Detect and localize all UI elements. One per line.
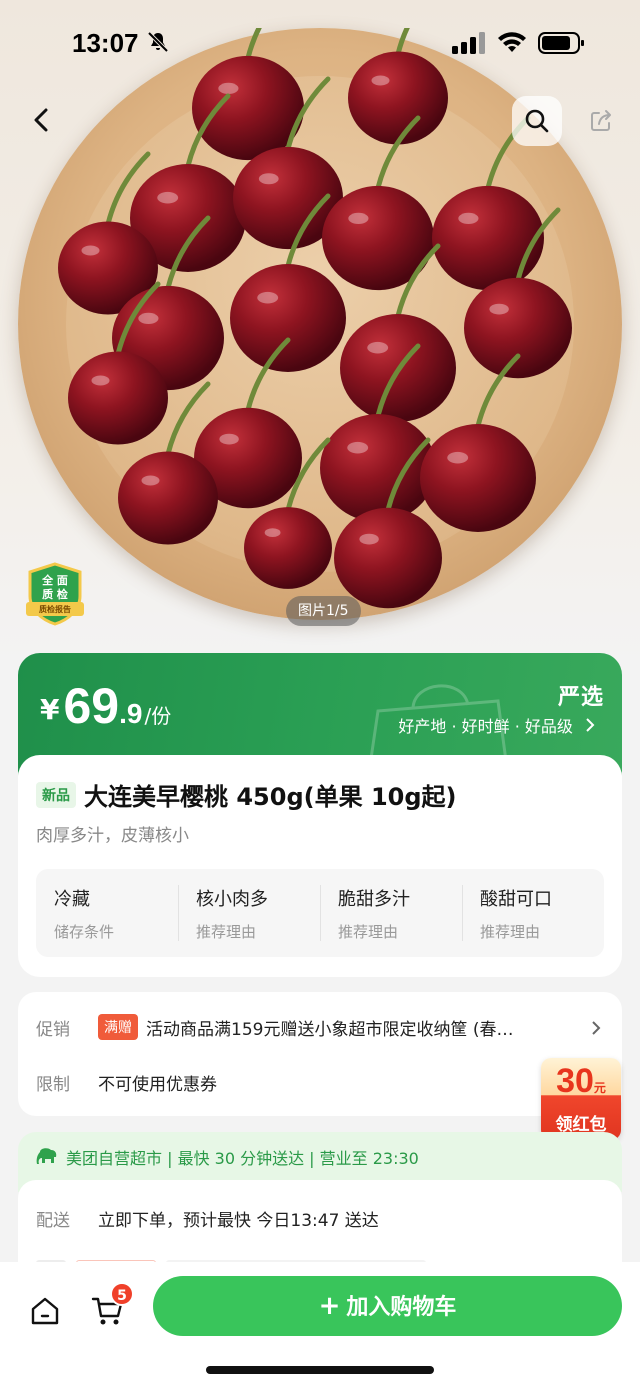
promotion-label: 促销 [36,1019,70,1040]
feature-list: 冷藏 储存条件 核小肉多 推荐理由 脆甜多汁 推荐理由 酸甜可口 推荐理由 [36,869,604,957]
add-to-cart-button[interactable]: + 加入购物车 [153,1276,622,1336]
elephant-icon [36,1148,57,1164]
share-icon [591,110,611,131]
home-button[interactable] [28,1294,62,1328]
wifi-icon [498,32,526,52]
back-icon [34,108,48,132]
feature-title: 酸甜可口 [480,889,552,910]
price-decimal: .9 [119,698,143,729]
feature-sub: 储存条件 [54,923,115,941]
red-packet-amount: 30元 [541,1062,621,1101]
plus-icon: + [318,1291,341,1321]
store-info-text: 美团自营超市 | 最快 30 分钟送达 | 营业至 23:30 [66,1149,419,1168]
delivery-label: 配送 [36,1211,70,1231]
cellular-signal-icon [452,32,485,54]
limit-label: 限制 [36,1075,70,1095]
product-subtitle: 肉厚多汁，皮薄核小 [36,826,189,846]
image-counter: 图片1/5 [286,596,361,626]
feature-item: 脆甜多汁 推荐理由 [320,869,462,957]
price-integer: 69 [63,678,120,734]
feature-title: 脆甜多汁 [338,889,410,910]
feature-sub: 推荐理由 [480,923,541,941]
feature-sub: 推荐理由 [196,923,257,941]
bottom-action-bar: 5 + 加入购物车 [0,1262,640,1387]
chevron-right-icon [586,718,595,732]
delivery-row: 配送 立即下单，预计最快 今日13:47 送达 [36,1206,379,1231]
red-packet-unit: 元 [593,1081,606,1095]
gift-tag: 满赠 [98,1014,138,1040]
brand-tags: 好产地 · 好时鲜 · 好品级 [398,717,573,736]
title-row: 新品 大连美早樱桃 450g(单果 10g起) [36,777,457,812]
search-button[interactable] [512,96,562,146]
brand-tags-link[interactable]: 好产地 · 好时鲜 · 好品级 [398,713,596,737]
limit-text: 不可使用优惠券 [98,1075,217,1095]
red-packet-value: 30 [556,1062,594,1100]
share-button[interactable] [586,106,616,136]
currency-symbol: ¥ [40,693,60,726]
status-time: 13:07 [72,28,139,58]
cart-count-badge: 5 [110,1282,134,1306]
feature-item: 冷藏 储存条件 [36,869,178,957]
product-title: 大连美早樱桃 450g(单果 10g起) [84,783,457,811]
product-info-card: 新品 大连美早樱桃 450g(单果 10g起) 肉厚多汁，皮薄核小 冷藏 储存条… [18,755,622,977]
feature-title: 核小肉多 [196,889,268,910]
badge-text-2: 质 检 [42,588,68,601]
feature-title: 冷藏 [54,889,90,910]
price: ¥69.9/份 [40,677,171,735]
new-tag: 新品 [36,781,76,808]
red-packet-button[interactable]: 30元 领红包 [541,1058,621,1140]
back-button[interactable] [22,100,62,140]
promotion-card[interactable]: 促销 满赠 活动商品满159元赠送小象超市限定收纳筐 (春… 限制 不可使用优惠… [18,992,622,1116]
yanxuan-logo: 严选 [558,685,605,710]
feature-sub: 推荐理由 [338,923,399,941]
promotion-text: 活动商品满159元赠送小象超市限定收纳筐 (春… [146,1019,514,1040]
bell-muted-icon [147,31,169,53]
delivery-text: 立即下单，预计最快 今日13:47 送达 [98,1211,379,1231]
chevron-right-icon[interactable] [590,1020,602,1036]
add-to-cart-label: 加入购物车 [346,1295,457,1320]
limit-row: 限制 不可使用优惠券 [36,1070,217,1095]
home-indicator [206,1366,434,1374]
product-image-gallery[interactable]: 13:07 全 面 质 检 质检报告 图片1/5 [0,0,640,660]
home-icon [31,1297,59,1325]
search-icon [525,109,549,133]
battery-icon [538,32,584,54]
quality-inspection-badge[interactable]: 全 面 质 检 质检报告 [24,562,86,626]
price-unit: /份 [144,704,172,728]
feature-item: 核小肉多 推荐理由 [178,869,320,957]
feature-item: 酸甜可口 推荐理由 [462,869,604,957]
promotion-row[interactable]: 促销 满赠 活动商品满159元赠送小象超市限定收纳筐 (春… [36,1014,513,1040]
badge-text-3: 质检报告 [39,605,71,614]
status-bar: 13:07 [0,0,640,88]
